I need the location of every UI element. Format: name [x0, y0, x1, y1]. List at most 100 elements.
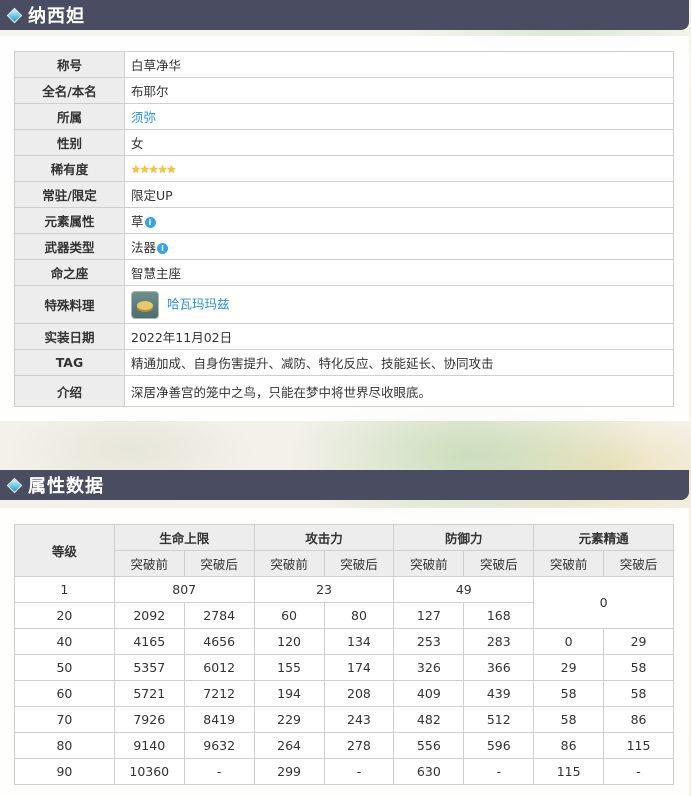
level-cell: 1	[14, 576, 115, 603]
hp-before-cell: 5721	[113, 680, 185, 707]
atk-before-cell: 60	[253, 602, 325, 629]
atk-after-cell: -	[323, 758, 395, 785]
atk-before-cell: 229	[253, 706, 325, 733]
hp-after-cell: 4656	[183, 628, 255, 655]
stats-subheader-row: 突破前 突破后 突破前 突破后 突破前 突破后 突破前 突破后	[15, 550, 674, 577]
info-label: 介绍	[14, 375, 125, 407]
table-row: 70 7926 8419 229 243 482 512 58 86	[14, 706, 674, 733]
def-before-cell: 127	[393, 602, 465, 629]
sub-header: 突破前	[253, 550, 325, 577]
info-label: 命之座	[14, 259, 125, 286]
def-before-cell: 482	[393, 706, 465, 733]
def-after-cell: 366	[463, 654, 535, 681]
info-row-constellation: 命之座 智慧主座	[14, 259, 674, 286]
def-after-cell: 168	[463, 602, 535, 629]
section-header-character: 纳西妲	[0, 0, 689, 30]
em-before-cell: 29	[533, 654, 605, 681]
info-label: 全名/本名	[14, 77, 125, 104]
level-cell: 60	[14, 680, 115, 707]
hp-before-cell: 7926	[113, 706, 185, 733]
diamond-icon	[6, 7, 23, 23]
em-before-cell: 115	[533, 758, 605, 785]
em-after-cell: 115	[603, 732, 674, 759]
em-before-cell: 58	[533, 680, 605, 707]
stats-header-row: 等级 生命上限 攻击力 防御力 元素精通	[14, 524, 674, 577]
hp-after-cell: -	[183, 758, 255, 785]
hp-after-cell: 8419	[183, 706, 255, 733]
rarity-stars-icon: ★★★★★	[131, 163, 176, 176]
group-header: 防御力	[393, 524, 535, 551]
def-before-cell: 326	[393, 654, 465, 681]
info-value: 女	[124, 129, 674, 156]
info-row-element: 元素属性 草i	[14, 207, 674, 234]
info-row-banner: 常驻/限定 限定UP	[14, 181, 674, 208]
em-after-cell: -	[603, 758, 674, 785]
em-cell: 0	[533, 576, 674, 629]
sub-header: 突破后	[603, 550, 674, 577]
hp-after-cell: 6012	[183, 654, 255, 681]
info-label: 实装日期	[14, 323, 125, 350]
info-label: TAG	[14, 349, 125, 376]
affiliation-link[interactable]: 须弥	[131, 110, 156, 125]
info-value: 草	[131, 214, 144, 229]
atk-before-cell: 155	[253, 654, 325, 681]
table-row: 90 10360 - 299 - 630 - 115 -	[14, 758, 674, 785]
def-before-cell: 253	[393, 628, 465, 655]
info-label: 特殊料理	[14, 285, 125, 324]
hp-before-cell: 2092	[113, 602, 185, 629]
hp-after-cell: 7212	[183, 680, 255, 707]
info-row-special-dish: 特殊料理 哈瓦玛玛兹	[14, 285, 674, 324]
atk-after-cell: 174	[323, 654, 395, 681]
info-icon[interactable]: i	[144, 217, 156, 228]
group-header: 元素精通	[533, 524, 674, 551]
atk-after-cell: 208	[323, 680, 395, 707]
stats-table: 等级 生命上限 攻击力 防御力 元素精通 突破前 突破后 突破前 突破后 突破前…	[14, 524, 674, 785]
section-header-stats: 属性数据	[0, 470, 689, 500]
level-cell: 50	[14, 654, 115, 681]
table-row: 60 5721 7212 194 208 409 439 58 58	[14, 680, 674, 707]
info-value: 精通加成、自身伤害提升、减防、特化反应、技能延长、协同攻击	[124, 349, 674, 376]
hp-cell: 807	[113, 576, 255, 603]
atk-after-cell: 80	[323, 602, 395, 629]
info-label: 元素属性	[14, 207, 125, 234]
atk-cell: 23	[253, 576, 395, 603]
info-row-rarity: 稀有度 ★★★★★	[14, 155, 674, 182]
level-cell: 80	[14, 732, 115, 759]
info-row-intro: 介绍 深居净善宫的笼中之鸟，只能在梦中将世界尽收眼底。	[14, 375, 674, 407]
atk-before-cell: 194	[253, 680, 325, 707]
level-cell: 20	[14, 602, 115, 629]
em-before-cell: 0	[533, 628, 605, 655]
def-after-cell: -	[463, 758, 535, 785]
hp-after-cell: 9632	[183, 732, 255, 759]
dish-icon[interactable]	[131, 290, 159, 319]
def-after-cell: 283	[463, 628, 535, 655]
info-value: 2022年11月02日	[124, 323, 674, 350]
em-before-cell: 86	[533, 732, 605, 759]
info-value: 深居净善宫的笼中之鸟，只能在梦中将世界尽收眼底。	[124, 375, 674, 407]
special-dish-link[interactable]: 哈瓦玛玛兹	[167, 296, 230, 311]
info-row-affiliation: 所属 须弥	[14, 103, 674, 130]
hp-before-cell: 4165	[113, 628, 185, 655]
info-value: 法器	[131, 240, 157, 255]
level-header: 等级	[14, 524, 115, 577]
hp-before-cell: 10360	[113, 758, 185, 785]
atk-before-cell: 120	[253, 628, 325, 655]
info-row-gender: 性别 女	[14, 129, 674, 156]
info-icon[interactable]: i	[157, 243, 169, 254]
sub-header: 突破前	[113, 550, 185, 577]
table-row: 1 807 23 49 0	[14, 576, 674, 629]
table-row: 50 5357 6012 155 174 326 366 29 58	[14, 654, 674, 681]
info-row-title: 称号 白草净华	[14, 51, 674, 78]
em-after-cell: 29	[603, 628, 674, 655]
info-value: 智慧主座	[124, 259, 674, 286]
info-value: 限定UP	[124, 181, 674, 208]
atk-before-cell: 264	[253, 732, 325, 759]
level-cell: 70	[14, 706, 115, 733]
def-after-cell: 512	[463, 706, 535, 733]
info-row-weapon: 武器类型 法器 i	[14, 233, 674, 260]
info-row-fullname: 全名/本名 布耶尔	[14, 77, 674, 104]
info-label: 常驻/限定	[14, 181, 125, 208]
level-cell: 90	[14, 758, 115, 785]
atk-after-cell: 134	[323, 628, 395, 655]
sub-header: 突破后	[463, 550, 535, 577]
